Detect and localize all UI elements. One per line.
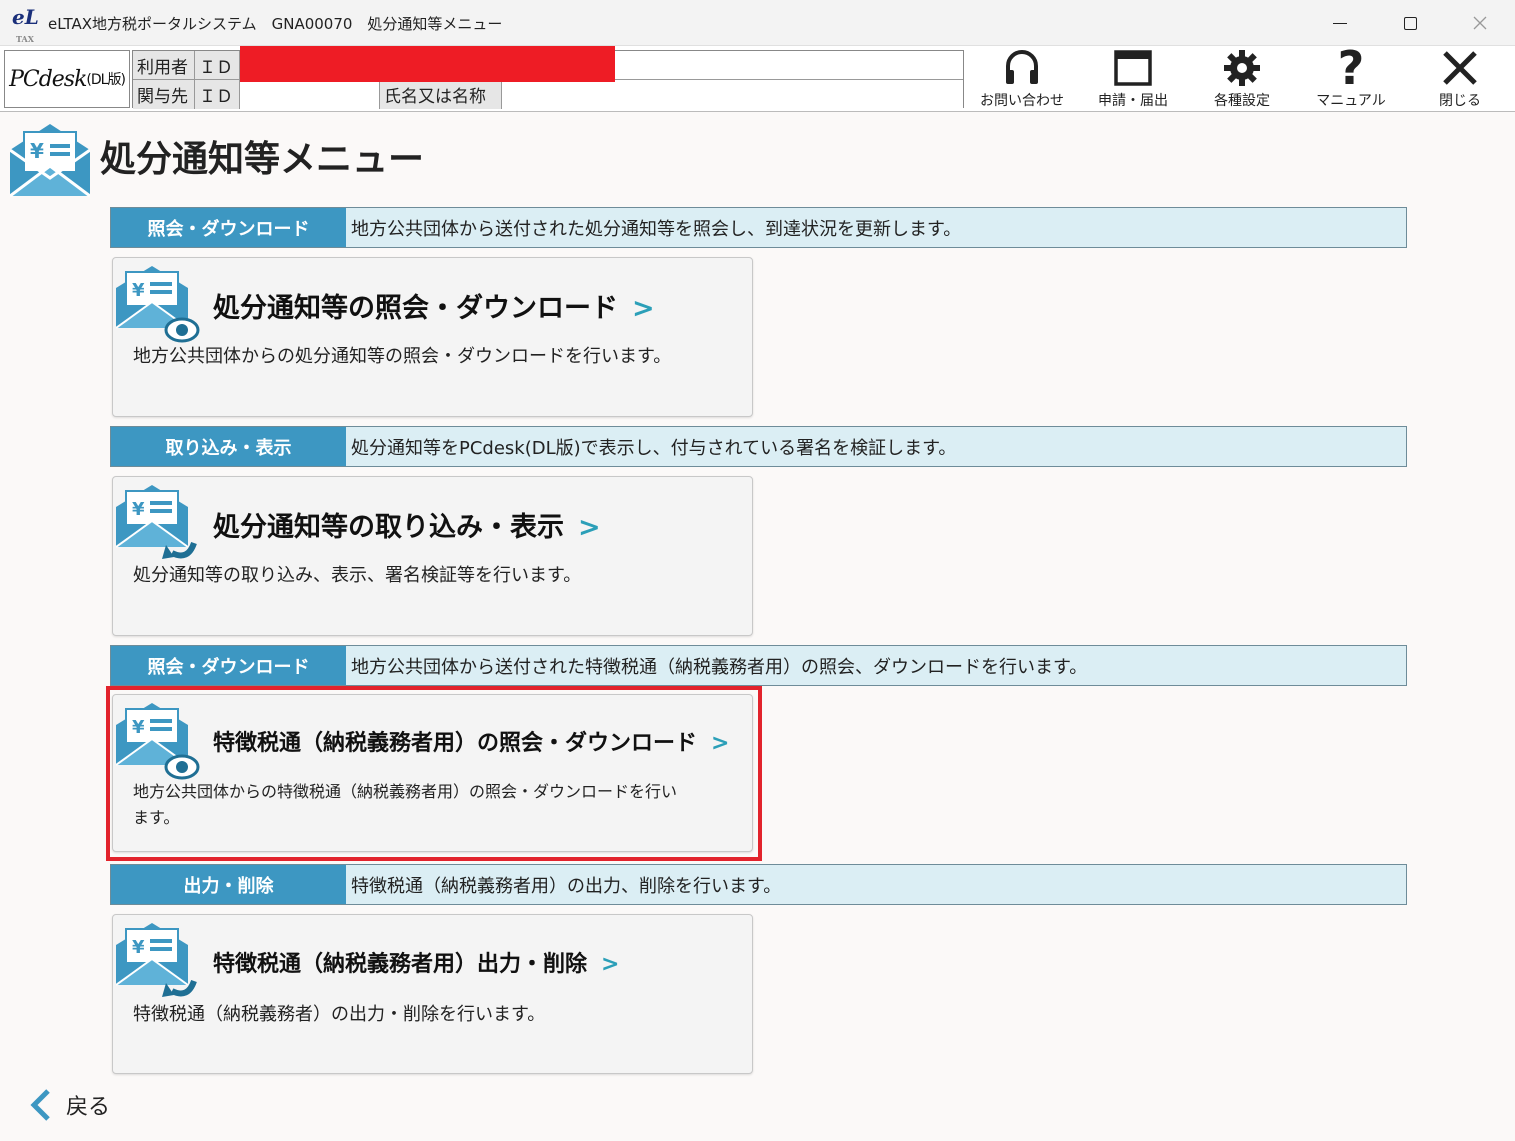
card-title: 処分通知等の照会・ダウンロード bbox=[213, 293, 618, 324]
redaction-box bbox=[240, 46, 615, 82]
page-title: 処分通知等メニュー bbox=[100, 139, 425, 180]
gear-icon bbox=[1224, 50, 1260, 86]
section-bar-special-inquiry: 照会・ダウンロード 地方公共団体から送付された特徴税通（納税義務者用）の照会、ダ… bbox=[110, 645, 1407, 686]
maximize-icon bbox=[1403, 16, 1417, 30]
question-icon: ? bbox=[1337, 41, 1365, 95]
card-notice-import-display[interactable]: ¥ 処分通知等の取り込み・表示 > 処分通知等の取り込み、表示、署名検証等を行いま… bbox=[112, 476, 753, 636]
contact-button[interactable]: お問い合わせ bbox=[967, 46, 1077, 112]
envelope-import-icon: ¥ bbox=[116, 923, 197, 997]
section-bar-import: 取り込み・表示 処分通知等をPCdesk(DL版)で表示し、付与されている署名を… bbox=[110, 426, 1407, 467]
section-tag: 出力・削除 bbox=[111, 865, 346, 904]
card-title: 特徴税通（納税義務者用）出力・削除 bbox=[213, 952, 588, 977]
section-desc: 処分通知等をPCdesk(DL版)で表示し、付与されている署名を検証します。 bbox=[351, 437, 957, 459]
envelope-import-icon: ¥ bbox=[116, 485, 197, 559]
section-tag: 照会・ダウンロード bbox=[111, 646, 346, 685]
envelope-eye-icon: ¥ bbox=[116, 266, 200, 343]
minimize-button[interactable] bbox=[1305, 0, 1375, 46]
eltax-logo: eL TAX bbox=[12, 5, 39, 44]
minimize-icon bbox=[1333, 22, 1347, 24]
name-label: 氏名又は名称 bbox=[380, 80, 502, 109]
chevron-right-icon: > bbox=[601, 952, 620, 977]
section-desc: 特徴税通（納税義務者用）の出力、削除を行います。 bbox=[351, 875, 782, 897]
card-desc: 処分通知等の取り込み、表示、署名検証等を行います。 bbox=[133, 565, 582, 586]
card-title: 処分通知等の取り込み・表示 bbox=[213, 512, 564, 543]
manual-button[interactable]: ? マニュアル bbox=[1296, 41, 1406, 112]
app-header: PCdesk (DL版) 利用者 ＩＤ 関与先 ＩＤ 氏名又は名称 お問い合わせ … bbox=[0, 41, 1515, 112]
settings-button[interactable]: 各種設定 bbox=[1187, 46, 1297, 112]
svg-text:¥: ¥ bbox=[132, 499, 145, 520]
card-desc: 特徴税通（納税義務者）の出力・削除を行います。 bbox=[133, 1004, 546, 1025]
headset-icon bbox=[1006, 50, 1038, 84]
close-icon bbox=[1473, 16, 1487, 30]
card-desc: 地方公共団体からの処分通知等の照会・ダウンロードを行います。 bbox=[133, 346, 672, 367]
agent-label: 関与先 bbox=[133, 80, 195, 109]
section-desc: 地方公共団体から送付された処分通知等を照会し、到達状況を更新します。 bbox=[351, 218, 962, 240]
chevron-right-icon: > bbox=[578, 512, 601, 543]
svg-text:¥: ¥ bbox=[132, 280, 145, 301]
section-desc: 地方公共団体から送付された特徴税通（納税義務者用）の照会、ダウンロードを行います… bbox=[351, 656, 1088, 678]
close-icon bbox=[1443, 51, 1477, 85]
title-bar: eL TAX eLTAX地方税ポータルシステム GNA00070 処分通知等メニュ… bbox=[0, 0, 1515, 46]
chevron-right-icon: > bbox=[632, 293, 655, 324]
window-icon bbox=[1114, 50, 1152, 86]
window-close-button[interactable] bbox=[1445, 0, 1515, 46]
selection-highlight bbox=[106, 686, 762, 861]
application-button[interactable]: 申請・届出 bbox=[1078, 46, 1188, 112]
maximize-button[interactable] bbox=[1375, 0, 1445, 46]
envelope-yen-icon: ¥ bbox=[10, 124, 90, 198]
chevron-left-icon bbox=[30, 1089, 50, 1121]
pcdesk-logo: PCdesk (DL版) bbox=[4, 50, 130, 108]
section-tag: 取り込み・表示 bbox=[111, 427, 346, 466]
window-title: eLTAX地方税ポータルシステム GNA00070 処分通知等メニュー bbox=[48, 15, 503, 33]
name-value bbox=[502, 80, 963, 109]
card-notice-inquiry-download[interactable]: ¥ 処分通知等の照会・ダウンロード > 地方公共団体からの処分通知等の照会・ダウン… bbox=[112, 257, 753, 417]
close-app-button[interactable]: 閉じる bbox=[1405, 46, 1515, 112]
user-label: 利用者 bbox=[133, 51, 195, 80]
section-bar-inquiry: 照会・ダウンロード 地方公共団体から送付された処分通知等を照会し、到達状況を更新… bbox=[110, 207, 1407, 248]
back-button[interactable]: 戻る bbox=[28, 1088, 110, 1122]
agent-id-value bbox=[240, 80, 380, 109]
svg-text:¥: ¥ bbox=[132, 937, 145, 958]
user-id-label: ＩＤ bbox=[195, 51, 240, 80]
card-special-tax-output-delete[interactable]: ¥ 特徴税通（納税義務者用）出力・削除 > 特徴税通（納税義務者）の出力・削除を行… bbox=[112, 914, 753, 1074]
section-bar-output-delete: 出力・削除 特徴税通（納税義務者用）の出力、削除を行います。 bbox=[110, 864, 1407, 905]
svg-text:¥: ¥ bbox=[30, 139, 44, 163]
back-label: 戻る bbox=[66, 1095, 111, 1120]
agent-id-label: ＩＤ bbox=[195, 80, 240, 109]
section-tag: 照会・ダウンロード bbox=[111, 208, 346, 247]
